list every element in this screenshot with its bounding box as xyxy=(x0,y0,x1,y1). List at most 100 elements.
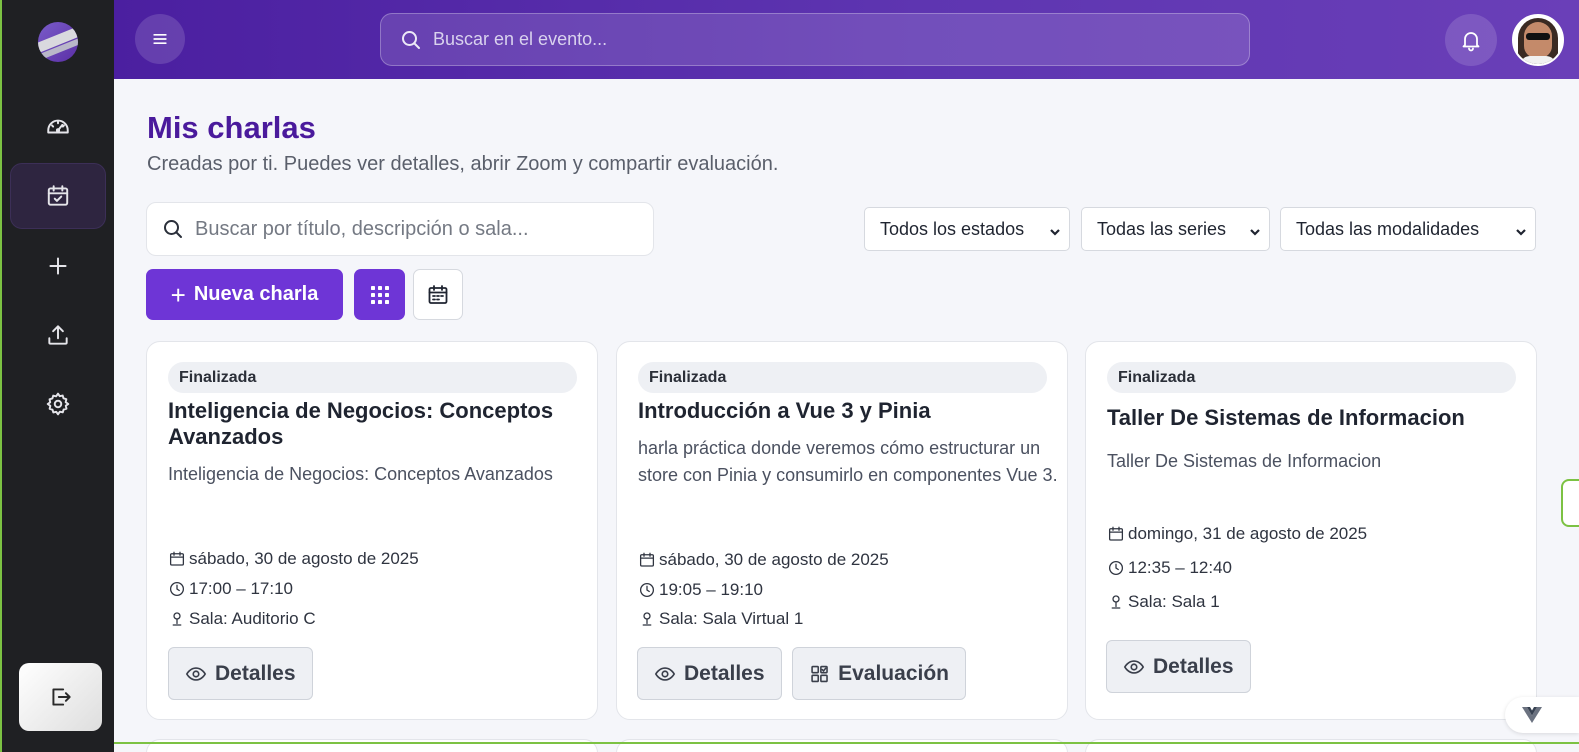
calendar-icon xyxy=(639,552,655,567)
new-talk-button[interactable]: + Nueva charla xyxy=(146,269,343,320)
logout-icon xyxy=(51,688,71,706)
search-icon xyxy=(402,30,420,49)
talk-time: 17:00 – 17:10 xyxy=(168,579,293,599)
status-filter-select[interactable]: Todos los estados xyxy=(864,207,1070,251)
status-filter-value: Todos los estados xyxy=(880,218,1025,239)
location-pin-icon xyxy=(1111,595,1121,609)
evaluation-button[interactable]: Evaluación xyxy=(792,647,966,700)
talk-title: Introducción a Vue 3 y Pinia xyxy=(638,398,931,423)
details-button[interactable]: Detalles xyxy=(168,647,313,700)
modality-filter-value: Todas las modalidades xyxy=(1296,218,1480,239)
talk-card: Finalizada Taller De Sistemas de Informa… xyxy=(1085,341,1537,720)
status-badge: Finalizada xyxy=(1107,362,1516,393)
grid-icon xyxy=(370,285,389,304)
calendar-icon xyxy=(1108,526,1124,541)
talk-date-text: sábado, 30 de agosto de 2025 xyxy=(189,549,419,568)
calendar-view-button[interactable] xyxy=(413,269,463,320)
event-search[interactable] xyxy=(380,13,1250,66)
chevron-down-icon xyxy=(1249,222,1261,236)
talk-room: Sala: Sala Virtual 1 xyxy=(638,609,803,629)
gear-icon xyxy=(46,392,70,416)
talk-time: 19:05 – 19:10 xyxy=(638,580,763,600)
side-panel-handle[interactable] xyxy=(1561,479,1579,527)
app-logo[interactable] xyxy=(38,22,78,62)
talk-room-text: Sala: Auditorio C xyxy=(189,609,316,628)
plus-icon xyxy=(49,257,67,275)
notifications-button[interactable] xyxy=(1445,14,1497,66)
talk-date-text: domingo, 31 de agosto de 2025 xyxy=(1128,524,1368,543)
talk-date-text: sábado, 30 de agosto de 2025 xyxy=(659,550,889,569)
status-badge: Finalizada xyxy=(638,362,1047,393)
grid-view-button[interactable] xyxy=(354,269,405,320)
location-pin-icon xyxy=(642,612,652,626)
eye-icon xyxy=(654,666,676,681)
talk-room-text: Sala: Sala Virtual 1 xyxy=(659,609,804,628)
menu-button[interactable] xyxy=(135,14,185,64)
talk-search[interactable] xyxy=(146,202,654,256)
sidebar-item-my-talks[interactable] xyxy=(10,163,106,229)
talk-room-text: Sala: Sala 1 xyxy=(1128,592,1220,611)
sidebar-item-upload[interactable] xyxy=(10,302,106,368)
talk-card-peek xyxy=(616,739,1068,752)
page-title: Mis charlas xyxy=(147,110,316,145)
clock-icon xyxy=(1108,560,1124,576)
talk-room: Sala: Sala 1 xyxy=(1107,592,1220,612)
talk-card-peek xyxy=(1085,739,1537,752)
chevron-down-icon xyxy=(1515,222,1527,236)
calendar-icon xyxy=(428,284,448,304)
sidebar-item-settings[interactable] xyxy=(10,371,106,437)
status-badge: Finalizada xyxy=(168,362,577,393)
talk-card: Finalizada Introducción a Vue 3 y Pinia … xyxy=(616,341,1068,720)
evaluation-label: Evaluación xyxy=(838,661,949,685)
talk-time-text: 17:00 – 17:10 xyxy=(189,579,293,598)
talk-title: Taller De Sistemas de Informacion xyxy=(1107,405,1465,430)
talk-room: Sala: Auditorio C xyxy=(168,609,316,629)
new-talk-label: Nueva charla xyxy=(193,283,319,305)
talk-date: sábado, 30 de agosto de 2025 xyxy=(168,549,419,569)
vue-devtools-button[interactable] xyxy=(1505,697,1579,733)
dashboard-gauge-icon xyxy=(47,119,69,134)
clock-icon xyxy=(639,582,655,598)
eye-icon xyxy=(185,666,207,681)
talk-time: 12:35 – 12:40 xyxy=(1107,558,1232,578)
user-avatar[interactable] xyxy=(1512,14,1564,66)
talk-date: sábado, 30 de agosto de 2025 xyxy=(638,550,889,570)
talk-search-input[interactable] xyxy=(195,217,635,241)
talk-time-text: 12:35 – 12:40 xyxy=(1128,558,1232,577)
details-label: Detalles xyxy=(215,661,296,685)
event-search-input[interactable] xyxy=(433,29,1213,50)
bell-icon xyxy=(1462,32,1480,52)
upload-icon xyxy=(48,325,68,345)
talk-card-peek xyxy=(146,739,598,752)
page-subtitle: Creadas por ti. Puedes ver detalles, abr… xyxy=(147,153,779,175)
eye-icon xyxy=(1123,659,1145,674)
plus-icon: + xyxy=(170,279,186,310)
sidebar-item-dashboard[interactable] xyxy=(10,93,106,159)
talk-description: harla práctica donde veremos cómo estruc… xyxy=(638,438,1058,485)
calendar-check-icon xyxy=(47,185,69,206)
details-button[interactable]: Detalles xyxy=(637,647,782,700)
details-button[interactable]: Detalles xyxy=(1106,640,1251,693)
chevron-down-icon xyxy=(1049,222,1061,236)
search-icon xyxy=(164,220,182,238)
talk-title: Inteligencia de Negocios: Conceptos Avan… xyxy=(168,398,554,449)
hamburger-icon xyxy=(153,34,167,45)
location-pin-icon xyxy=(172,612,182,626)
talk-card: Finalizada Inteligencia de Negocios: Con… xyxy=(146,341,598,720)
talk-date: domingo, 31 de agosto de 2025 xyxy=(1107,524,1367,544)
clock-icon xyxy=(169,581,185,597)
talk-time-text: 19:05 – 19:10 xyxy=(659,580,763,599)
window-border xyxy=(114,742,1579,744)
modality-filter-select[interactable]: Todas las modalidades xyxy=(1280,207,1536,251)
talk-description: Taller De Sistemas de Informacion xyxy=(1107,451,1382,471)
talk-description: Inteligencia de Negocios: Conceptos Avan… xyxy=(168,464,553,484)
logout-button[interactable] xyxy=(19,663,102,731)
series-filter-select[interactable]: Todas las series xyxy=(1081,207,1270,251)
top-header xyxy=(114,0,1579,79)
details-label: Detalles xyxy=(684,661,765,685)
sidebar-item-new[interactable] xyxy=(10,233,106,299)
evaluation-grid-icon xyxy=(811,665,828,682)
series-filter-value: Todas las series xyxy=(1097,218,1227,239)
vue-logo-icon xyxy=(1522,707,1542,723)
sidebar xyxy=(0,0,114,752)
